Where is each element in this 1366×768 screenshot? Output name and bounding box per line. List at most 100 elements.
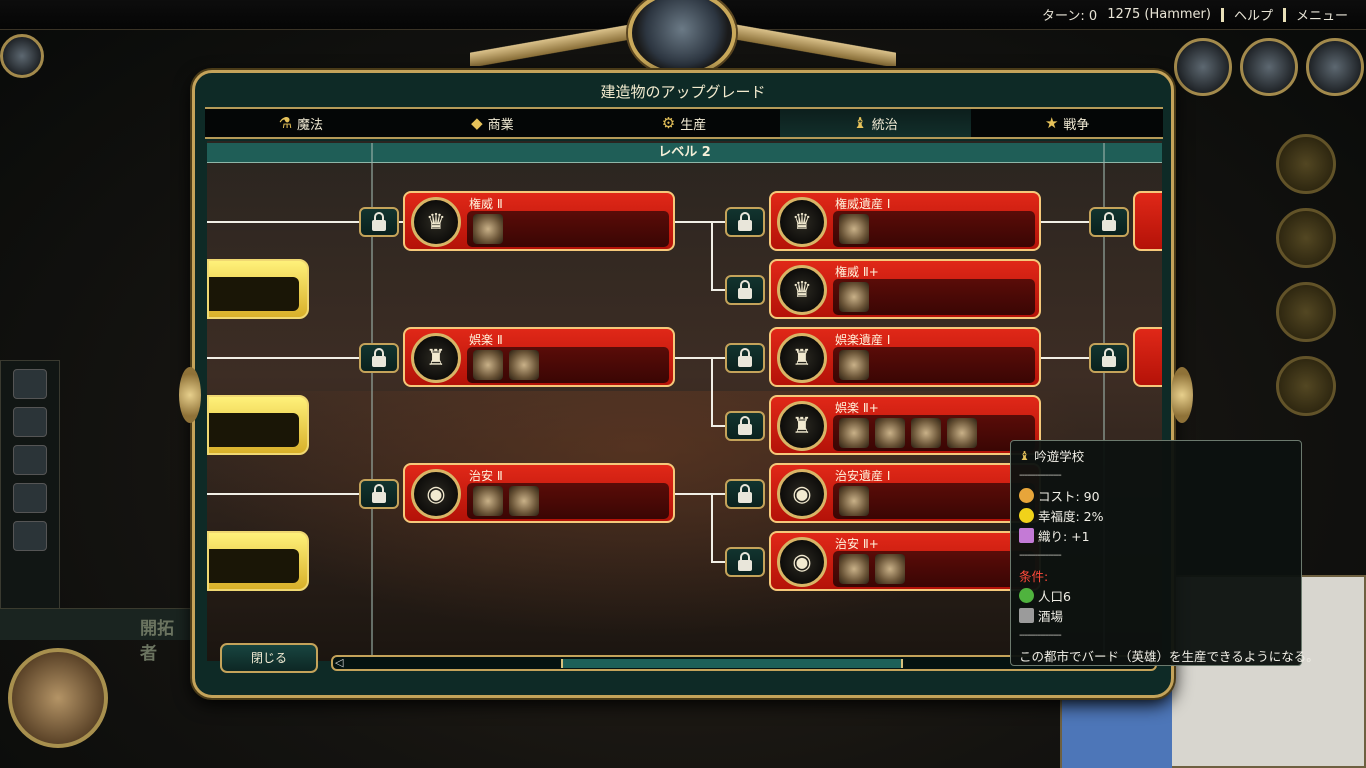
- connector: [711, 289, 725, 291]
- upgrade-node[interactable]: ♜ 娯楽 Ⅱ: [403, 327, 675, 387]
- menu-button[interactable]: メニュー: [1296, 5, 1348, 24]
- building-icon[interactable]: [839, 554, 869, 584]
- upgrade-node[interactable]: ♛ 権威 Ⅱ+: [769, 259, 1041, 319]
- action-disabled-icon[interactable]: [1276, 356, 1336, 416]
- building-icon[interactable]: [947, 418, 977, 448]
- production-icon: [1019, 487, 1034, 503]
- node-slot: [209, 277, 299, 311]
- unit-name: 開拓者: [140, 619, 174, 664]
- node-name: 治安 Ⅱ+: [835, 537, 879, 551]
- tooltip-divider: ----------------: [1019, 469, 1062, 481]
- prev-level-node[interactable]: [207, 259, 309, 319]
- scroll-right-arrow-icon[interactable]: [1171, 367, 1193, 423]
- node-name: 娯楽 Ⅱ+: [835, 401, 879, 415]
- building-slots: [467, 347, 669, 383]
- tooltip-requirements-label: 条件:: [1019, 568, 1049, 584]
- prev-level-node[interactable]: [207, 531, 309, 591]
- help-button[interactable]: ヘルプ: [1234, 5, 1273, 24]
- connector: [207, 221, 359, 223]
- upgrade-node[interactable]: ◉ 治安 Ⅱ+: [769, 531, 1041, 591]
- building-icon[interactable]: [839, 282, 869, 312]
- star-icon: ★: [1044, 114, 1059, 132]
- connector: [207, 493, 359, 495]
- lock-icon: [725, 479, 765, 509]
- connector: [711, 221, 713, 289]
- building-slots: [833, 279, 1035, 315]
- upgrade-node[interactable]: [1133, 327, 1162, 387]
- building-icon[interactable]: [839, 214, 869, 244]
- collapse-chevron-icon[interactable]: [0, 34, 44, 78]
- unit-portrait[interactable]: [8, 648, 108, 748]
- alert-icon[interactable]: [13, 407, 47, 437]
- theater-icon: ♜: [777, 333, 827, 383]
- building-icon[interactable]: [875, 418, 905, 448]
- lock-icon: [359, 343, 399, 373]
- node-name: 治安遺産 Ⅰ: [835, 469, 891, 483]
- prev-level-node[interactable]: [207, 395, 309, 455]
- explore-icon[interactable]: [13, 445, 47, 475]
- tab-governance[interactable]: ♝ 統治: [779, 109, 972, 137]
- military-icon[interactable]: [1240, 38, 1298, 96]
- tab-war[interactable]: ★ 戦争: [971, 109, 1163, 137]
- building-slots: [467, 211, 669, 247]
- connector: [711, 561, 725, 563]
- emblem-wing-left: [470, 22, 650, 66]
- tab-label: 戦争: [1063, 117, 1090, 133]
- sleep-icon[interactable]: [13, 483, 47, 513]
- building-icon[interactable]: [473, 214, 503, 244]
- scrollbar-thumb[interactable]: [561, 659, 903, 668]
- building-icon[interactable]: [509, 350, 539, 380]
- lock-icon: [725, 275, 765, 305]
- building-icon[interactable]: [875, 554, 905, 584]
- scroll-left-icon[interactable]: ◁: [335, 656, 343, 669]
- game-screen: ターン: 0 1275 (Hammer) ヘルプ メニュー 開拓者 建造物のアッ…: [0, 0, 1366, 768]
- diplomacy-icon[interactable]: [1174, 38, 1232, 96]
- building-icon[interactable]: [509, 486, 539, 516]
- action-disabled-icon[interactable]: [1276, 134, 1336, 194]
- flask-icon: ⚗: [278, 114, 293, 132]
- upgrade-node[interactable]: ♜ 娯楽 Ⅱ+: [769, 395, 1041, 455]
- action-disabled-icon[interactable]: [1276, 282, 1336, 342]
- tooltip-req-building: 酒場: [1038, 608, 1064, 624]
- tab-commerce[interactable]: ◆ 商業: [397, 109, 589, 137]
- tab-magic[interactable]: ⚗ 魔法: [205, 109, 397, 137]
- building-icon[interactable]: [839, 418, 869, 448]
- upgrade-node[interactable]: ♛ 権威遺産 Ⅰ: [769, 191, 1041, 251]
- tab-production[interactable]: ⚙ 生産: [588, 109, 780, 137]
- building-icon[interactable]: [839, 486, 869, 516]
- tooltip-weave: 織り: +1: [1038, 528, 1090, 544]
- upgrade-node[interactable]: ♜ 娯楽遺産 Ⅰ: [769, 327, 1041, 387]
- lock-icon: [359, 207, 399, 237]
- building-icon[interactable]: [473, 350, 503, 380]
- upgrade-node[interactable]: ◉ 治安遺産 Ⅰ: [769, 463, 1041, 523]
- tooltip-cost: コスト: 90: [1038, 488, 1100, 504]
- close-button[interactable]: 閉じる: [220, 643, 318, 673]
- node-name: 治安 Ⅱ: [469, 469, 503, 483]
- eye-icon: ◉: [777, 469, 827, 519]
- connector: [673, 493, 725, 495]
- action-disabled-icon[interactable]: [1276, 208, 1336, 268]
- fortify-icon[interactable]: [13, 369, 47, 399]
- scepter-icon: ♝: [853, 114, 867, 132]
- building-icon[interactable]: [839, 350, 869, 380]
- lock-icon: [359, 479, 399, 509]
- disband-icon[interactable]: [13, 521, 47, 551]
- upgrade-node[interactable]: ◉ 治安 Ⅱ: [403, 463, 675, 523]
- upgrade-node[interactable]: ♛ 権威 Ⅱ: [403, 191, 675, 251]
- building-tooltip: ♝ 吟遊学校 ---------------- コスト: 90 幸福度: 2% 織…: [1010, 440, 1319, 666]
- crown-icon: ♛: [411, 197, 461, 247]
- node-name: 権威 Ⅱ: [469, 197, 503, 211]
- tooltip-happiness: 幸福度: 2%: [1038, 508, 1104, 524]
- connector: [711, 425, 725, 427]
- tooltip-req-population: 人口6: [1038, 588, 1071, 604]
- upgrade-node[interactable]: [1133, 191, 1162, 251]
- node-slot: [209, 549, 299, 583]
- building-icon[interactable]: [911, 418, 941, 448]
- building-icon[interactable]: [473, 486, 503, 516]
- scroll-left-arrow-icon[interactable]: [179, 367, 201, 423]
- eye-icon: ◉: [411, 469, 461, 519]
- building-slots: [833, 211, 1035, 247]
- globe-icon[interactable]: [1306, 38, 1364, 96]
- node-name: 権威遺産 Ⅰ: [835, 197, 891, 211]
- building-slots: [833, 347, 1035, 383]
